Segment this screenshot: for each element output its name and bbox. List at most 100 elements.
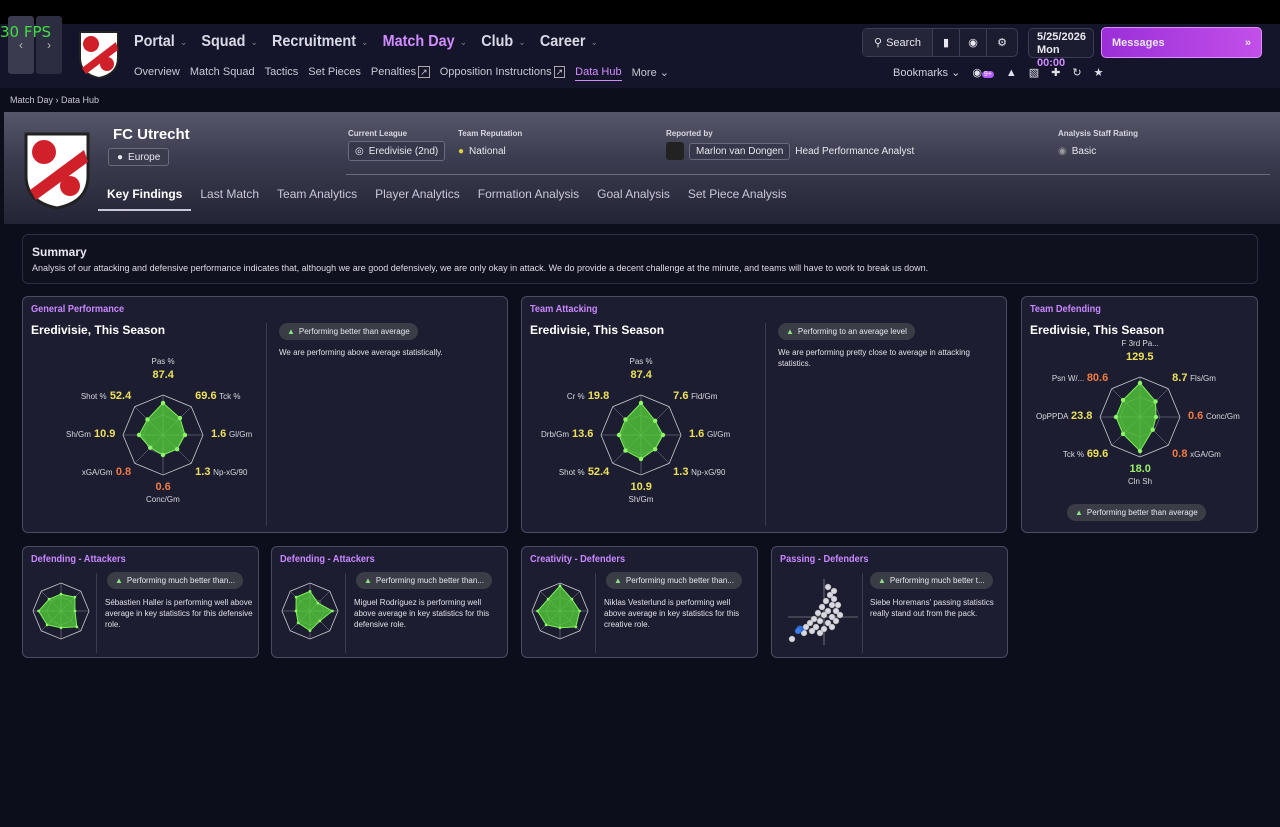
nav-club[interactable]: Club ⌄	[481, 33, 525, 51]
card-description: Miguel Rodríguez is performing well abov…	[354, 598, 490, 629]
tab-last-match[interactable]: Last Match	[191, 182, 268, 211]
subnav-penalties[interactable]: Penalties ↗	[371, 66, 430, 81]
radar-point	[1153, 414, 1159, 420]
radar-point	[294, 595, 298, 599]
team-defending-card[interactable]: Team Defending Eredivisie, This Season F…	[1021, 296, 1258, 533]
chat-icon[interactable]: ◉ 9+	[972, 66, 994, 79]
current-league-value[interactable]: ◎ Eredivisie (2nd)	[348, 141, 446, 161]
radar-point	[558, 584, 562, 588]
location-pin-icon: ●	[117, 151, 124, 163]
radar-point	[638, 456, 644, 462]
radar-point	[174, 446, 180, 452]
club-header: FC Utrecht ● Europe Current League ◎ Eredi…	[4, 112, 1280, 224]
status-pill: ▲ Performing better than average	[279, 323, 418, 340]
refresh-icon[interactable]: ↻	[1072, 66, 1081, 79]
nav-match-day[interactable]: Match Day ⌄	[383, 33, 467, 51]
radar-axis-label: Fls/Gm	[1190, 373, 1216, 383]
radar-point	[652, 446, 658, 452]
radar-svg	[122, 394, 204, 476]
card-description: Siebe Horemans' passing statistics reall…	[870, 598, 994, 618]
reporter: Marlon van Dongen Head Performance Analy…	[666, 141, 914, 161]
radar-axis-label: Drb/Gm	[541, 430, 569, 439]
clipboard-icon[interactable]: ▧	[1029, 66, 1039, 79]
radar-point	[623, 417, 628, 422]
team-attacking-card[interactable]: Team Attacking Eredivisie, This Season ▲…	[521, 296, 1007, 533]
nav-recruitment[interactable]: Recruitment ⌄	[272, 33, 368, 51]
defending-attackers-card-2[interactable]: Defending - Attackers ▲ Performing much b…	[271, 546, 508, 658]
radar-value: 52.4	[109, 389, 132, 402]
club-logo-small[interactable]	[76, 28, 122, 85]
nav-portal[interactable]: Portal ⌄	[134, 33, 187, 51]
tab-key-findings[interactable]: Key Findings	[98, 182, 192, 211]
settings-button[interactable]: ⚙	[987, 29, 1017, 56]
radar-point	[652, 418, 658, 424]
subnav-set-pieces[interactable]: Set Pieces	[308, 66, 361, 81]
subnav-opposition-instructions[interactable]: Opposition Instructions ↗	[440, 66, 566, 81]
radar-point	[1150, 427, 1155, 432]
radar-point	[59, 592, 63, 596]
fps-counter: 30 FPS	[0, 23, 52, 41]
subnav-data-hub[interactable]: Data Hub	[575, 66, 622, 81]
tab-goal-analysis[interactable]: Goal Analysis	[588, 182, 679, 211]
tab-formation-analysis[interactable]: Formation Analysis	[469, 182, 588, 211]
radar-point	[37, 609, 40, 613]
radar-axis-label: Gl/Gm	[707, 430, 731, 439]
radar-axis-label: Cr %	[566, 391, 585, 401]
radar-point	[308, 590, 312, 593]
globe-button[interactable]: ◉	[960, 29, 987, 56]
radar-point	[182, 432, 188, 438]
subnav-overview[interactable]: Overview	[134, 66, 180, 81]
region-badge: ● Europe	[108, 148, 170, 166]
radar-value: 1.6	[211, 428, 227, 440]
current-date: 5/25/2026	[1037, 31, 1086, 43]
radar-axis-label: Conc/Gm	[1206, 412, 1240, 421]
tab-set-piece-analysis[interactable]: Set Piece Analysis	[679, 182, 796, 211]
bookmark-button[interactable]: ▮	[933, 29, 960, 56]
date-continue-box[interactable]: 5/25/2026 Mon 00:00	[1028, 28, 1094, 69]
card-divider	[595, 573, 596, 653]
radar-axis-label: Np-xG/90	[213, 468, 248, 478]
radar-point	[578, 609, 581, 613]
radar-point	[160, 400, 166, 406]
subnav-more[interactable]: More ⌄	[632, 66, 669, 81]
radar-point	[623, 448, 628, 453]
player-radar	[32, 582, 90, 640]
bookmarks-dropdown[interactable]: Bookmarks ⌄	[893, 66, 960, 79]
radar-point	[570, 597, 574, 601]
radar-value: 8.7	[1172, 371, 1188, 384]
medical-icon[interactable]: ✚	[1051, 66, 1060, 79]
card-divider	[345, 573, 346, 653]
subnav-tactics[interactable]: Tactics	[265, 66, 299, 81]
card-title: Passing - Defenders	[780, 554, 869, 565]
card-divider	[266, 323, 267, 526]
search-button[interactable]: ⚲ Search	[863, 29, 933, 56]
passing-defenders-card[interactable]: Passing - Defenders ▲ Performing much bet…	[771, 546, 1008, 658]
status-pill: ▲ Performing to an average level	[778, 323, 915, 340]
radar-axis-label: Np-xG/90	[691, 468, 726, 478]
trophy-icon[interactable]: ★	[1094, 66, 1104, 79]
radar-point	[59, 626, 63, 630]
radar-chart: F 3rd Pa... 129.5 Fls/Gm 8.7 Conc/Gm 0.6 xGA/G…	[1022, 297, 1257, 532]
creativity-defenders-card[interactable]: Creativity - Defenders ▲ Performing much …	[521, 546, 758, 658]
general-performance-card[interactable]: General Performance Eredivisie, This Sea…	[22, 296, 508, 533]
nav-career[interactable]: Career ⌄	[540, 33, 598, 51]
thumbs-up-icon: ▲	[1075, 508, 1083, 517]
subnav-match-squad[interactable]: Match Squad	[190, 66, 255, 81]
radar-area	[1115, 382, 1157, 452]
tab-player-analytics[interactable]: Player Analytics	[366, 182, 469, 211]
breadcrumb-parent[interactable]: Match Day	[10, 95, 53, 105]
nav-squad[interactable]: Squad ⌄	[201, 33, 257, 51]
breadcrumb-current: Data Hub	[61, 95, 100, 105]
tab-team-analytics[interactable]: Team Analytics	[268, 182, 366, 211]
radar-value: 69.6	[1086, 448, 1109, 461]
defending-attackers-card-1[interactable]: Defending - Attackers ▲ Performing much b…	[22, 546, 259, 658]
messages-button[interactable]: Messages»	[1101, 27, 1262, 58]
shirt-icon[interactable]: ▲	[1006, 67, 1017, 79]
radar-value: 23.8	[1071, 410, 1093, 422]
radar-point	[177, 415, 183, 421]
radar-axis-label: Shot %	[558, 468, 585, 478]
avatar	[666, 142, 684, 160]
radar-axis-label: Tck %	[1062, 450, 1085, 460]
radar-point	[536, 609, 539, 613]
reporter-name[interactable]: Marlon van Dongen	[689, 142, 791, 160]
